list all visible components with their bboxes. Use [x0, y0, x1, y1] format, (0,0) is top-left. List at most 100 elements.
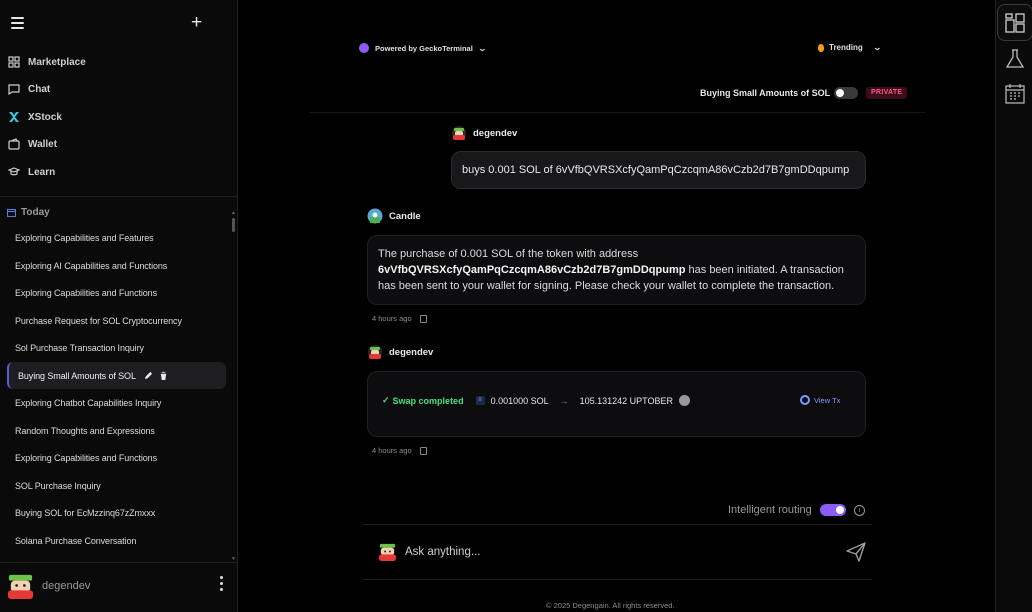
explorer-icon	[800, 395, 810, 405]
sidebar-item-label: Wallet	[28, 138, 58, 150]
bot-text-before: The purchase of 0.001 SOL of the token w…	[378, 248, 639, 260]
xstock-icon	[9, 112, 19, 122]
swap-summary: ✓ Swap completed ≡ 0.001000 SOL → 105.131…	[382, 395, 691, 406]
avatar	[378, 543, 397, 562]
conversation-title: Buying SOL for EcMzzinq67zZmxxx	[15, 507, 156, 518]
chat-main: Powered by GeckoTerminal ⌄ Trending ⌄ Bu…	[239, 0, 995, 612]
private-toggle[interactable]	[834, 87, 858, 99]
conversation-title: Exploring AI Capabilities and Functions	[15, 260, 168, 271]
message-author: degendev	[367, 344, 433, 360]
chevron-down-icon: ⌄	[477, 43, 487, 53]
conversation-title: Sol Purchase Transaction Inquiry	[15, 342, 144, 353]
send-icon[interactable]	[845, 541, 867, 563]
flame-icon	[818, 43, 824, 52]
trash-icon[interactable]	[159, 371, 168, 380]
section-header-today: Today	[7, 207, 50, 218]
sidebar-item-label: XStock	[28, 111, 62, 123]
routing-toggle[interactable]	[819, 504, 846, 516]
conversation-item[interactable]: SOL Purchase Inquiry	[7, 472, 226, 499]
edit-icon[interactable]	[144, 371, 153, 380]
conversation-item[interactable]: Exploring Chatbot Capabilities Inquiry	[7, 389, 226, 416]
to-amount: 105.131242 UPTOBER	[579, 395, 674, 406]
conversation-title: SOL Purchase Inquiry	[15, 480, 101, 491]
wallet-icon	[8, 138, 20, 150]
private-badge: PRIVATE	[866, 87, 908, 99]
lab-button[interactable]	[1002, 46, 1028, 72]
avatar[interactable]	[6, 571, 35, 600]
conversation-item[interactable]: Exploring Capabilities and Functions	[7, 444, 226, 471]
timestamp: 4 hours ago	[372, 314, 412, 323]
message-author: Candle	[367, 208, 421, 224]
author-name: degendev	[473, 127, 518, 139]
view-tx-link[interactable]: View Tx	[800, 395, 840, 405]
uptober-token-icon	[679, 395, 691, 406]
flask-icon	[1005, 49, 1025, 68]
sidebar-item-label: Learn	[28, 166, 56, 178]
conversation-item[interactable]: Exploring Capabilities and Features	[7, 224, 226, 251]
calendar-icon	[1005, 84, 1025, 104]
swap-result-card: ✓ Swap completed ≡ 0.001000 SOL → 105.131…	[367, 371, 866, 437]
sidebar-scrollbar[interactable]: ▲ ▼	[231, 210, 236, 562]
powered-by-label: Powered by GeckoTerminal	[375, 43, 473, 53]
menu-icon[interactable]	[11, 17, 24, 29]
conversation-item[interactable]: Random Thoughts and Expressions	[7, 417, 226, 444]
sidebar-item-label: Chat	[28, 83, 51, 95]
conversation-item[interactable]: Purchase Request for SOL Cryptocurrency	[7, 307, 226, 334]
geckoterminal-icon	[359, 43, 369, 53]
message-meta: 4 hours ago	[372, 446, 427, 455]
message-input[interactable]	[405, 542, 825, 562]
sol-token-icon: ≡	[475, 396, 485, 405]
scroll-thumb[interactable]	[232, 218, 235, 232]
new-chat-icon[interactable]: +	[191, 13, 202, 33]
conversation-item[interactable]: Exploring Capabilities and Functions	[7, 279, 226, 306]
sidebar-header: +	[0, 0, 237, 48]
conversation-title: Purchase Request for SOL Cryptocurrency	[15, 315, 182, 326]
sidebar-item-chat[interactable]: Chat	[8, 78, 50, 100]
composer-divider	[362, 579, 872, 580]
info-icon[interactable]: i	[853, 504, 865, 516]
marketplace-icon	[8, 56, 20, 68]
timestamp: 4 hours ago	[372, 446, 412, 455]
dashboard-icon	[1005, 12, 1025, 33]
section-label: Today	[21, 207, 50, 218]
swap-status-label: Swap completed	[392, 395, 464, 406]
copy-icon[interactable]	[419, 446, 427, 455]
routing-label: Intelligent routing	[728, 504, 812, 516]
toggle-knob	[835, 506, 844, 514]
copy-icon[interactable]	[419, 314, 427, 323]
conversation-title: Exploring Capabilities and Features	[15, 232, 154, 243]
sidebar-item-learn[interactable]: Learn	[8, 161, 55, 183]
conversation-item[interactable]: Exploring AI Capabilities and Functions	[7, 252, 226, 279]
calendar-icon	[7, 208, 16, 217]
avatar	[368, 345, 382, 359]
more-options-icon[interactable]	[217, 576, 225, 594]
dashboard-button[interactable]	[997, 4, 1032, 41]
sidebar-divider	[0, 196, 238, 197]
sidebar-item-wallet[interactable]: Wallet	[8, 133, 57, 155]
trending-dropdown[interactable]: Trending ⌄	[818, 43, 882, 52]
user-profile: degendev	[0, 562, 238, 612]
swap-status: ✓ Swap completed	[382, 395, 464, 406]
intelligent-routing: Intelligent routing i	[728, 504, 865, 516]
scroll-up-icon[interactable]: ▲	[231, 210, 236, 216]
powered-by-dropdown[interactable]: Powered by GeckoTerminal ⌄	[359, 43, 487, 53]
sidebar-item-marketplace[interactable]: Marketplace	[8, 51, 86, 73]
message-author: degendev	[451, 125, 517, 141]
from-amount: 0.001000 SOL	[490, 395, 549, 406]
header-divider	[309, 112, 925, 113]
conversation-title: Solana Purchase Conversation	[15, 535, 137, 546]
conversation-title: Random Thoughts and Expressions	[15, 425, 155, 436]
conversation-item-active[interactable]: Buying Small Amounts of SOL	[7, 362, 226, 389]
conversation-item[interactable]: Solana Purchase Conversation	[7, 527, 226, 554]
conversation-item[interactable]: Sol Purchase Transaction Inquiry	[7, 334, 226, 361]
conversation-item[interactable]: Buying SOL for EcMzzinq67zZmxxx	[7, 499, 226, 526]
user-message-bubble: buys 0.001 SOL of 6vVfbQVRSXcfyQamPqCzcq…	[451, 151, 866, 189]
user-name: degendev	[42, 580, 91, 592]
composer-divider	[362, 524, 872, 525]
arrow-right-icon: →	[559, 395, 569, 406]
bot-avatar	[367, 208, 383, 224]
sidebar: + Marketplace Chat XStock Wallet Learn T…	[0, 0, 238, 612]
calendar-button[interactable]	[1002, 81, 1028, 107]
author-name: degendev	[389, 346, 434, 358]
sidebar-item-xstock[interactable]: XStock	[8, 106, 62, 128]
